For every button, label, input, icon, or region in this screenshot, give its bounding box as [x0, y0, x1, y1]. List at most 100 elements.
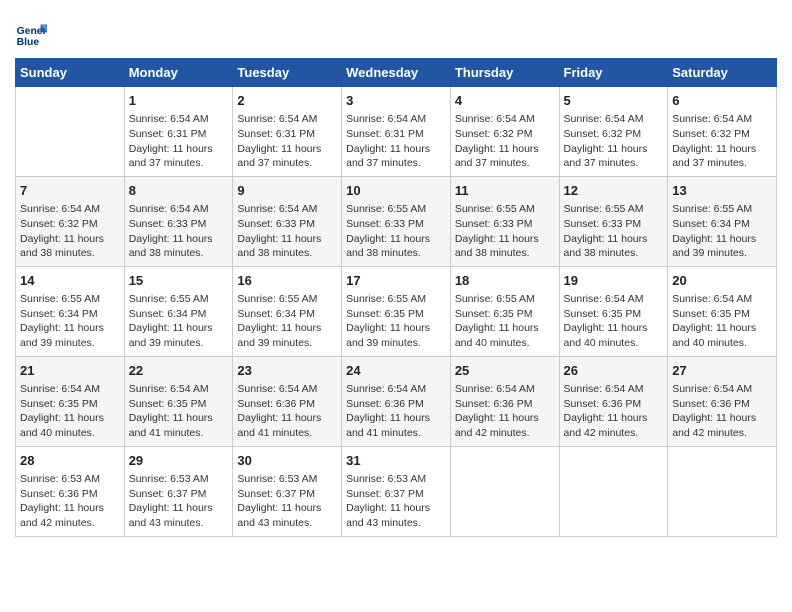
calendar-cell: 25Sunrise: 6:54 AM Sunset: 6:36 PM Dayli…: [450, 356, 559, 446]
calendar-cell: 27 Sunrise: 6:54 AM Sunset: 6:36 PM Dayli…: [668, 356, 777, 446]
day-number: 21: [20, 362, 120, 380]
day-info: Sunrise: 6:54 AM Sunset: 6:32 PM Dayligh…: [20, 202, 120, 261]
calendar-cell: 8 Sunrise: 6:54 AM Sunset: 6:33 PM Daylig…: [124, 176, 233, 266]
day-number: 12: [564, 182, 664, 200]
calendar-cell: 19 Sunrise: 6:54 AM Sunset: 6:35 PM Dayli…: [559, 266, 668, 356]
calendar-cell: 30 Sunrise: 6:53 AM Sunset: 6:37 PM Dayli…: [233, 446, 342, 536]
day-number: 8: [129, 182, 229, 200]
day-number: 30: [237, 452, 337, 470]
calendar-cell: 18 Sunrise: 6:55 AM Sunset: 6:35 PM Dayli…: [450, 266, 559, 356]
calendar-cell: 5 Sunrise: 6:54 AM Sunset: 6:32 PM Daylig…: [559, 87, 668, 177]
day-info: Sunrise: 6:55 AM Sunset: 6:35 PM Dayligh…: [455, 292, 555, 351]
day-info: Sunrise: 6:55 AM Sunset: 6:34 PM Dayligh…: [672, 202, 772, 261]
day-info: Sunrise: 6:54 AM Sunset: 6:31 PM Dayligh…: [237, 112, 337, 171]
calendar-cell: 9 Sunrise: 6:54 AM Sunset: 6:33 PM Daylig…: [233, 176, 342, 266]
calendar-header-row: SundayMondayTuesdayWednesdayThursdayFrid…: [16, 59, 777, 87]
day-number: 31: [346, 452, 446, 470]
day-info: Sunrise: 6:54 AM Sunset: 6:36 PM Dayligh…: [237, 382, 337, 441]
day-info: Sunrise: 6:54 AM Sunset: 6:32 PM Dayligh…: [672, 112, 772, 171]
calendar-week-row: 7 Sunrise: 6:54 AM Sunset: 6:32 PM Daylig…: [16, 176, 777, 266]
day-info: Sunrise: 6:54 AM Sunset: 6:32 PM Dayligh…: [564, 112, 664, 171]
col-header-saturday: Saturday: [668, 59, 777, 87]
day-number: 29: [129, 452, 229, 470]
calendar-cell: 17 Sunrise: 6:55 AM Sunset: 6:35 PM Dayli…: [342, 266, 451, 356]
day-info: Sunrise: 6:54 AM Sunset: 6:32 PM Dayligh…: [455, 112, 555, 171]
calendar-cell: [668, 446, 777, 536]
day-number: 11: [455, 182, 555, 200]
day-info: Sunrise: 6:54 AM Sunset: 6:33 PM Dayligh…: [237, 202, 337, 261]
day-info: Sunrise: 6:54 AM Sunset: 6:35 PM Dayligh…: [129, 382, 229, 441]
day-info: Sunrise: 6:54 AM Sunset: 6:35 PM Dayligh…: [20, 382, 120, 441]
day-info: Sunrise: 6:54 AM Sunset: 6:35 PM Dayligh…: [564, 292, 664, 351]
day-info: Sunrise: 6:55 AM Sunset: 6:33 PM Dayligh…: [346, 202, 446, 261]
day-info: Sunrise: 6:55 AM Sunset: 6:34 PM Dayligh…: [237, 292, 337, 351]
day-info: Sunrise: 6:55 AM Sunset: 6:35 PM Dayligh…: [346, 292, 446, 351]
day-number: 17: [346, 272, 446, 290]
calendar-cell: 12 Sunrise: 6:55 AM Sunset: 6:33 PM Dayli…: [559, 176, 668, 266]
calendar-cell: 23Sunrise: 6:54 AM Sunset: 6:36 PM Dayli…: [233, 356, 342, 446]
day-info: Sunrise: 6:54 AM Sunset: 6:33 PM Dayligh…: [129, 202, 229, 261]
day-number: 6: [672, 92, 772, 110]
day-info: Sunrise: 6:53 AM Sunset: 6:37 PM Dayligh…: [237, 472, 337, 531]
calendar-cell: 2Sunrise: 6:54 AM Sunset: 6:31 PM Daylig…: [233, 87, 342, 177]
col-header-thursday: Thursday: [450, 59, 559, 87]
day-number: 15: [129, 272, 229, 290]
day-number: 4: [455, 92, 555, 110]
day-info: Sunrise: 6:54 AM Sunset: 6:31 PM Dayligh…: [129, 112, 229, 171]
day-number: 24: [346, 362, 446, 380]
calendar-cell: [16, 87, 125, 177]
calendar-cell: 11 Sunrise: 6:55 AM Sunset: 6:33 PM Dayli…: [450, 176, 559, 266]
col-header-sunday: Sunday: [16, 59, 125, 87]
page-header: General Blue: [15, 10, 777, 50]
svg-text:Blue: Blue: [17, 37, 40, 48]
col-header-wednesday: Wednesday: [342, 59, 451, 87]
logo-icon: General Blue: [15, 18, 47, 50]
day-number: 26: [564, 362, 664, 380]
calendar-cell: 16Sunrise: 6:55 AM Sunset: 6:34 PM Dayli…: [233, 266, 342, 356]
day-number: 3: [346, 92, 446, 110]
day-number: 27: [672, 362, 772, 380]
day-info: Sunrise: 6:55 AM Sunset: 6:34 PM Dayligh…: [20, 292, 120, 351]
calendar-cell: [559, 446, 668, 536]
calendar-cell: 21 Sunrise: 6:54 AM Sunset: 6:35 PM Dayli…: [16, 356, 125, 446]
day-number: 19: [564, 272, 664, 290]
calendar-cell: 14 Sunrise: 6:55 AM Sunset: 6:34 PM Dayli…: [16, 266, 125, 356]
calendar-cell: 4 Sunrise: 6:54 AM Sunset: 6:32 PM Daylig…: [450, 87, 559, 177]
day-number: 7: [20, 182, 120, 200]
logo: General Blue: [15, 18, 51, 50]
day-info: Sunrise: 6:54 AM Sunset: 6:31 PM Dayligh…: [346, 112, 446, 171]
day-number: 5: [564, 92, 664, 110]
calendar-cell: 15 Sunrise: 6:55 AM Sunset: 6:34 PM Dayli…: [124, 266, 233, 356]
col-header-friday: Friday: [559, 59, 668, 87]
calendar-cell: 10 Sunrise: 6:55 AM Sunset: 6:33 PM Dayli…: [342, 176, 451, 266]
day-info: Sunrise: 6:54 AM Sunset: 6:35 PM Dayligh…: [672, 292, 772, 351]
calendar-cell: 3 Sunrise: 6:54 AM Sunset: 6:31 PM Daylig…: [342, 87, 451, 177]
calendar-cell: 24 Sunrise: 6:54 AM Sunset: 6:36 PM Dayli…: [342, 356, 451, 446]
day-info: Sunrise: 6:54 AM Sunset: 6:36 PM Dayligh…: [672, 382, 772, 441]
calendar-cell: 28Sunrise: 6:53 AM Sunset: 6:36 PM Dayli…: [16, 446, 125, 536]
calendar-body: 1 Sunrise: 6:54 AM Sunset: 6:31 PM Daylig…: [16, 87, 777, 537]
calendar-cell: 13 Sunrise: 6:55 AM Sunset: 6:34 PM Dayli…: [668, 176, 777, 266]
day-number: 10: [346, 182, 446, 200]
day-info: Sunrise: 6:55 AM Sunset: 6:34 PM Dayligh…: [129, 292, 229, 351]
calendar-week-row: 21 Sunrise: 6:54 AM Sunset: 6:35 PM Dayli…: [16, 356, 777, 446]
col-header-monday: Monday: [124, 59, 233, 87]
calendar-cell: 31Sunrise: 6:53 AM Sunset: 6:37 PM Dayli…: [342, 446, 451, 536]
calendar-week-row: 1 Sunrise: 6:54 AM Sunset: 6:31 PM Daylig…: [16, 87, 777, 177]
calendar-week-row: 28Sunrise: 6:53 AM Sunset: 6:36 PM Dayli…: [16, 446, 777, 536]
day-info: Sunrise: 6:54 AM Sunset: 6:36 PM Dayligh…: [346, 382, 446, 441]
calendar-cell: 22Sunrise: 6:54 AM Sunset: 6:35 PM Dayli…: [124, 356, 233, 446]
day-number: 13: [672, 182, 772, 200]
day-number: 18: [455, 272, 555, 290]
day-number: 14: [20, 272, 120, 290]
day-info: Sunrise: 6:54 AM Sunset: 6:36 PM Dayligh…: [564, 382, 664, 441]
day-number: 25: [455, 362, 555, 380]
calendar-cell: 26 Sunrise: 6:54 AM Sunset: 6:36 PM Dayli…: [559, 356, 668, 446]
day-info: Sunrise: 6:55 AM Sunset: 6:33 PM Dayligh…: [564, 202, 664, 261]
day-info: Sunrise: 6:55 AM Sunset: 6:33 PM Dayligh…: [455, 202, 555, 261]
calendar-week-row: 14 Sunrise: 6:55 AM Sunset: 6:34 PM Dayli…: [16, 266, 777, 356]
day-number: 1: [129, 92, 229, 110]
calendar-cell: 1 Sunrise: 6:54 AM Sunset: 6:31 PM Daylig…: [124, 87, 233, 177]
day-number: 9: [237, 182, 337, 200]
calendar-cell: 7 Sunrise: 6:54 AM Sunset: 6:32 PM Daylig…: [16, 176, 125, 266]
